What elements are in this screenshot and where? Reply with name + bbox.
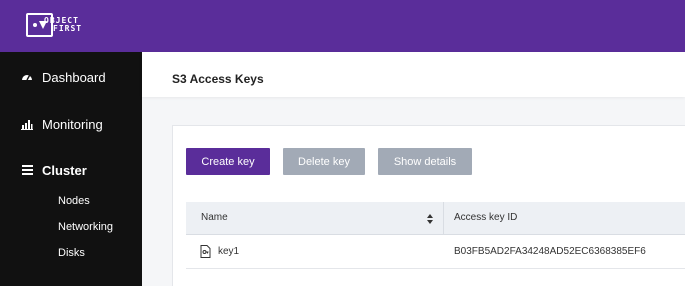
sidebar-subitem-disks[interactable]: Disks <box>58 247 85 259</box>
sidebar-subitem-networking[interactable]: Networking <box>58 221 113 233</box>
column-divider[interactable] <box>443 202 444 235</box>
column-header-access-key-id[interactable]: Access key ID <box>454 212 517 223</box>
page-title: S3 Access Keys <box>172 72 264 86</box>
list-icon <box>19 162 35 178</box>
sidebar-item-label: Monitoring <box>42 116 103 132</box>
sidebar-item-dashboard[interactable]: Dashboard <box>0 69 142 85</box>
create-key-button[interactable]: Create key <box>186 148 270 175</box>
top-bar: OBJECT FIRST <box>0 0 685 52</box>
sort-icon[interactable] <box>426 212 434 224</box>
table-header: Name Access key ID <box>186 202 685 235</box>
column-header-name[interactable]: Name <box>201 212 228 223</box>
bar-chart-icon <box>19 116 35 132</box>
key-name: key1 <box>218 246 240 257</box>
delete-key-button[interactable]: Delete key <box>283 148 365 175</box>
object-first-logo[interactable]: OBJECT FIRST <box>26 11 88 39</box>
sidebar-item-cluster[interactable]: Cluster <box>0 162 142 178</box>
key-file-icon <box>200 245 211 258</box>
access-key-id: B03FB5AD2FA34248AD52EC6368385EF6 <box>454 246 646 257</box>
access-keys-card: Create key Delete key Show details Name … <box>172 125 685 286</box>
sidebar-item-label: Cluster <box>42 162 87 178</box>
sidebar: Dashboard Monitoring Cluster Nodes Netwo… <box>0 52 142 286</box>
logo-text: OBJECT FIRST <box>44 17 82 33</box>
main-content: S3 Access Keys Create key Delete key Sho… <box>142 52 685 286</box>
gauge-icon <box>19 69 35 85</box>
sidebar-subitem-nodes[interactable]: Nodes <box>58 195 90 207</box>
show-details-button[interactable]: Show details <box>378 148 472 175</box>
logo-line-2: FIRST <box>53 24 83 33</box>
table-row[interactable]: key1 B03FB5AD2FA34248AD52EC6368385EF6 <box>186 236 685 269</box>
sidebar-item-label: Dashboard <box>42 69 106 85</box>
sidebar-item-monitoring[interactable]: Monitoring <box>0 116 142 132</box>
page-header: S3 Access Keys <box>142 52 685 97</box>
